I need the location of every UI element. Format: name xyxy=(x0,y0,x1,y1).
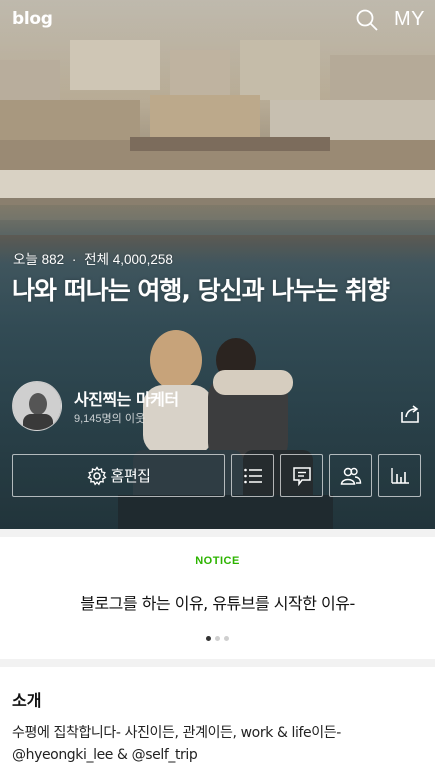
blog-cover: blog MY 오늘 882 · 전체 4,000,258 나와 떠나는 여행,… xyxy=(0,0,435,529)
river-bank xyxy=(0,205,435,235)
my-button[interactable]: MY xyxy=(394,8,425,31)
carousel-dot-3[interactable] xyxy=(224,636,229,641)
cover-photo-city xyxy=(0,40,435,220)
neighbors-button[interactable] xyxy=(329,454,372,497)
separator: · xyxy=(71,252,77,267)
today-count: 882 xyxy=(41,252,65,267)
post-list-button[interactable] xyxy=(231,454,274,497)
comment-icon xyxy=(292,466,311,486)
today-label: 오늘 xyxy=(13,252,38,267)
visitor-counts: 오늘 882 · 전체 4,000,258 xyxy=(13,248,173,268)
list-icon xyxy=(243,468,262,483)
stats-icon xyxy=(390,467,409,484)
guestbook-button[interactable] xyxy=(280,454,323,497)
top-bar: blog MY xyxy=(0,0,435,44)
neighbor-count[interactable]: 9,145명의 이웃 xyxy=(74,410,145,426)
carousel-dots xyxy=(0,636,435,641)
intro-line-1: 수평에 집착합니다- 사진이든, 관계이든, work & life이든- xyxy=(12,725,341,741)
avatar[interactable] xyxy=(12,381,62,431)
blog-title: 나와 떠나는 여행, 당신과 나누는 취향 xyxy=(12,276,390,305)
search-icon[interactable] xyxy=(355,8,379,32)
home-edit-button[interactable]: 홈편집 xyxy=(12,454,225,497)
gear-icon xyxy=(87,465,107,485)
neighbors-icon xyxy=(340,467,361,485)
stats-button[interactable] xyxy=(378,454,421,497)
avatar-image xyxy=(13,382,61,430)
intro-line-2: @hyeongki_lee & @self_trip xyxy=(12,747,198,763)
carousel-dot-2[interactable] xyxy=(215,636,220,641)
notice-text[interactable]: 블로그를 하는 이유, 유튜브를 시작한 이유- xyxy=(0,590,435,614)
notice-label: NOTICE xyxy=(195,555,240,567)
blog-logo[interactable]: blog xyxy=(12,9,53,29)
intro-section: 소개 수평에 집착합니다- 사진이든, 관계이든, work & life이든-… xyxy=(0,667,435,784)
carousel-dot-1[interactable] xyxy=(206,636,211,641)
intro-heading: 소개 xyxy=(12,691,42,710)
notice-section[interactable]: NOTICE 블로그를 하는 이유, 유튜브를 시작한 이유- xyxy=(0,537,435,659)
cover-photo-couple xyxy=(118,330,333,529)
home-edit-label: 홈편집 xyxy=(110,467,151,485)
blogger-name[interactable]: 사진찍는 마케터 xyxy=(74,386,179,410)
share-icon[interactable] xyxy=(399,403,421,425)
total-label: 전체 xyxy=(84,252,110,267)
intro-body: 수평에 집착합니다- 사진이든, 관계이든, work & life이든- @h… xyxy=(12,722,427,766)
total-count: 4,000,258 xyxy=(112,252,173,267)
